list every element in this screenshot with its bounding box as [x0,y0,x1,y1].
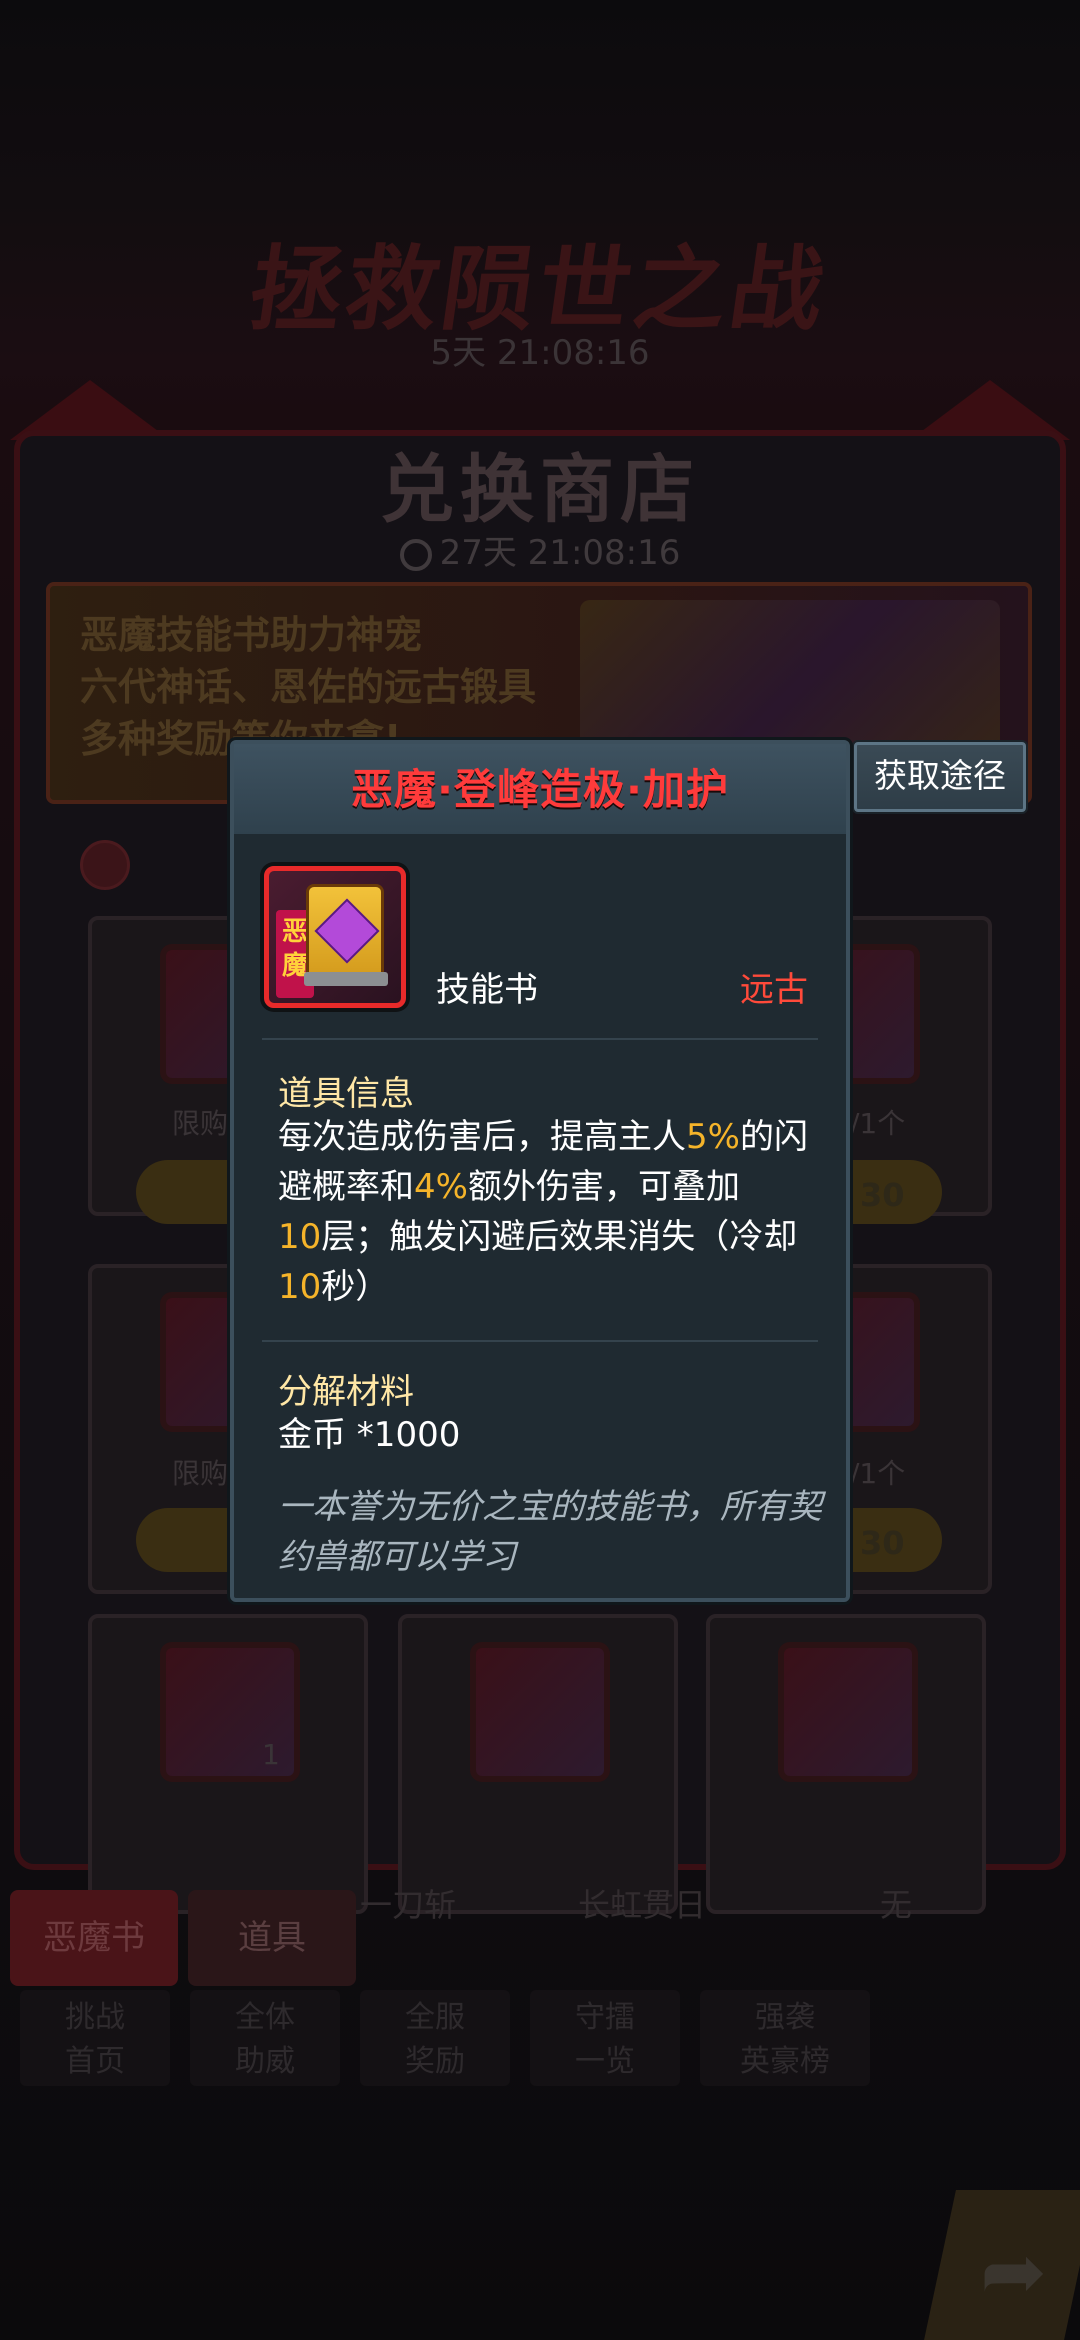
banner-line-2: 六代神话、恩佐的远古锻具 [80,665,537,709]
price-text: 30 [860,1524,905,1562]
info-line: 每次造成伤害后，提高主人5%的闪 [278,1117,808,1157]
item-type: 技能书 [436,970,538,1010]
divider [262,1038,818,1040]
nav-cheer-all[interactable]: 全体 助威 [190,1990,340,2086]
highlight-value: 10 [278,1267,322,1307]
event-timer: 5天 21:08:16 [430,333,650,373]
highlight-value: 4% [414,1167,468,1207]
highlight-value: 5% [686,1117,740,1157]
info-line: 避概率和4%额外伤害，可叠加 [278,1167,740,1207]
nav-server-rewards[interactable]: 全服 奖励 [360,1990,510,2086]
flavor-line: 约兽都可以学习 [278,1537,516,1577]
arrow-right-icon: ➦ [980,2225,1048,2318]
flavor-line: 一本誉为无价之宝的技能书，所有契 [278,1487,822,1527]
highlight-value: 10 [278,1217,322,1257]
info-line: 10层；触发闪避后效果消失（冷却 [278,1217,798,1257]
price-text: 30 [860,1176,905,1214]
tab-demon-book[interactable]: 恶魔书 [10,1890,178,1986]
flavor-text: 一本誉为无价之宝的技能书，所有契 约兽都可以学习 [278,1482,838,1582]
decompose-title: 分解材料 [278,1372,414,1412]
skill-name: 长虹贯日 [578,1886,707,1924]
book-base [304,972,388,986]
limit-label: /1个 [850,1457,906,1490]
info-line: 10秒） [278,1267,390,1307]
skill-name: 一刀斩 [360,1886,457,1924]
nav-raid-ranking[interactable]: 强袭 英豪榜 [700,1990,870,2086]
tab-items[interactable]: 道具 [188,1890,356,1986]
shop-timer: 27天 21:08:16 [0,525,1080,574]
skill-name: 无 [880,1886,913,1924]
popup-title: 恶魔·登峰造极·加护 [351,765,729,814]
decompose-value: 金币 *1000 [278,1415,461,1455]
item-rarity: 远古 [740,970,808,1010]
shop-item-slot [470,1642,610,1782]
clock-icon [399,538,432,571]
shop-item-slot [778,1642,918,1782]
shop-title: 兑换商店 [380,447,700,533]
nav-challenge-home[interactable]: 挑战 首页 [20,1990,170,2086]
info-title: 道具信息 [278,1074,414,1114]
shop-timer-text: 27天 21:08:16 [439,533,681,573]
limit-label: /1个 [850,1107,906,1140]
stack-count: 1 [262,1738,280,1771]
acquire-route-button[interactable]: 获取途径 [854,742,1026,812]
divider [262,1340,818,1342]
currency-icon [80,840,130,890]
info-description: 每次造成伤害后，提高主人5%的闪 避概率和4%额外伤害，可叠加 10层；触发闪避… [278,1112,838,1312]
banner-line-1: 恶魔技能书助力神宠 [80,613,423,657]
nav-arena-overview[interactable]: 守擂 一览 [530,1990,680,2086]
